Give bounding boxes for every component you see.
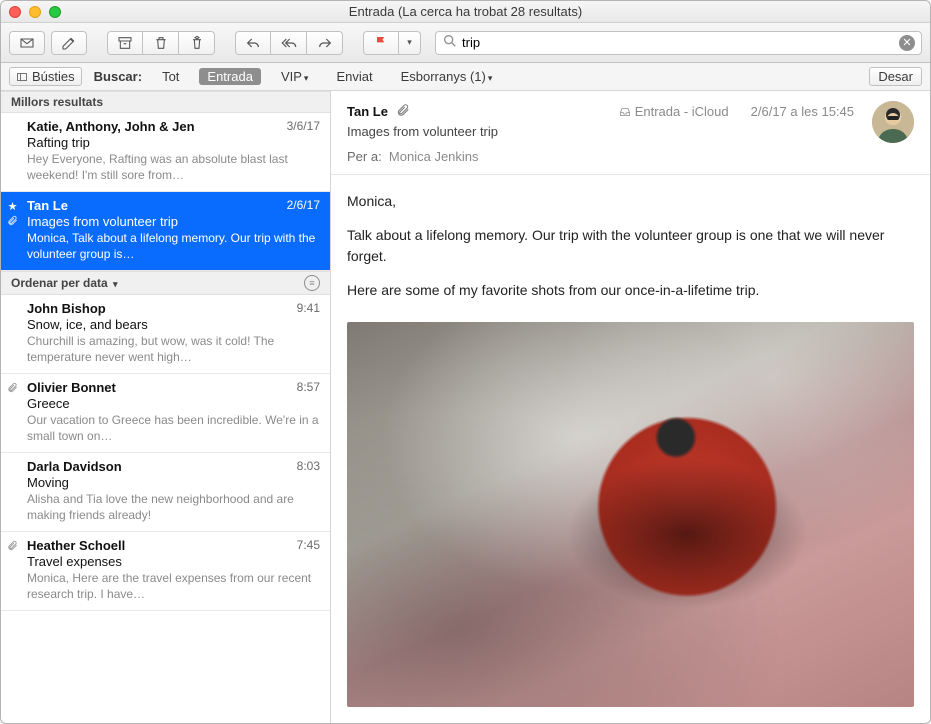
junk-button[interactable]: [179, 31, 215, 55]
toolbar: ▾ ✕: [1, 23, 930, 63]
star-icon: ★: [8, 200, 18, 213]
flag-icon: [373, 35, 389, 51]
attachment-icon: [7, 540, 18, 554]
window-minimize-button[interactable]: [29, 6, 41, 18]
search-scope-label: Buscar:: [94, 69, 142, 84]
scope-drafts[interactable]: Esborranys (1)▾: [393, 68, 501, 85]
chevron-down-icon: ▾: [407, 37, 412, 48]
chevron-down-icon: ▾: [304, 73, 309, 83]
sort-header[interactable]: Ordenar per data ▾ ≡: [1, 271, 330, 295]
scope-inbox[interactable]: Entrada: [199, 68, 261, 85]
window-close-button[interactable]: [9, 6, 21, 18]
message-subject: Images from volunteer trip: [347, 124, 914, 139]
inbox-icon: [619, 106, 631, 118]
reply-all-icon: [281, 35, 297, 51]
mailboxes-label: Bústies: [32, 69, 75, 84]
sender-avatar: [872, 101, 914, 143]
body-paragraph: Talk about a lifelong memory. Our trip w…: [347, 225, 914, 268]
reply-button[interactable]: [235, 31, 271, 55]
envelope-icon: [19, 35, 35, 51]
save-search-button[interactable]: Desar: [869, 67, 922, 86]
message-subject: Snow, ice, and bears: [27, 317, 320, 332]
message-from: John Bishop: [27, 301, 106, 316]
archive-button[interactable]: [107, 31, 143, 55]
sender-name: Tan Le: [347, 104, 388, 119]
get-mail-button[interactable]: [9, 31, 45, 55]
message-from: Olivier Bonnet: [27, 380, 116, 395]
message-preview: Alisha and Tia love the new neighborhood…: [27, 491, 320, 523]
message-row[interactable]: Katie, Anthony, John & Jen 3/6/17Rafting …: [1, 113, 330, 192]
sidebar-icon: [16, 71, 28, 83]
top-hits-header: Millors resultats: [1, 91, 330, 113]
attachment-icon: [7, 215, 18, 229]
flag-menu-button[interactable]: ▾: [399, 31, 421, 55]
message-row[interactable]: ★ Tan Le 2/6/17Images from volunteer tripM…: [1, 192, 330, 271]
mail-window: Entrada (La cerca ha trobat 28 resultats…: [0, 0, 931, 724]
message-preview: Hey Everyone, Rafting was an absolute bl…: [27, 151, 320, 183]
message-date: 9:41: [297, 301, 320, 316]
message-from: Tan Le: [27, 198, 68, 213]
mailbox-indicator[interactable]: Entrada - iCloud: [619, 104, 729, 119]
message-body: Monica, Talk about a lifelong memory. Ou…: [331, 175, 930, 723]
message-preview: Churchill is amazing, but wow, was it co…: [27, 333, 320, 365]
message-date: 8:57: [297, 380, 320, 395]
scope-vip[interactable]: VIP▾: [273, 68, 317, 85]
message-preview: Monica, Talk about a lifelong memory. Ou…: [27, 230, 320, 262]
message-date: 7:45: [297, 538, 320, 553]
attachment-icon: [7, 382, 18, 396]
favorites-bar: Bústies Buscar: Tot Entrada VIP▾ Enviat …: [1, 63, 930, 91]
search-icon: [442, 33, 458, 52]
message-list: Millors resultats Katie, Anthony, John &…: [1, 91, 331, 723]
chevron-down-icon: ▾: [113, 279, 118, 289]
message-subject: Travel expenses: [27, 554, 320, 569]
message-preview: Our vacation to Greece has been incredib…: [27, 412, 320, 444]
scope-all[interactable]: Tot: [154, 68, 187, 85]
titlebar: Entrada (La cerca ha trobat 28 resultats…: [1, 1, 930, 23]
message-row[interactable]: Olivier Bonnet 8:57GreeceOur vacation to …: [1, 374, 330, 453]
message-date: 2/6/17: [287, 198, 320, 213]
forward-button[interactable]: [307, 31, 343, 55]
window-title: Entrada (La cerca ha trobat 28 resultats…: [1, 4, 930, 19]
search-field[interactable]: ✕: [435, 31, 922, 55]
message-from: Heather Schoell: [27, 538, 125, 553]
attachment-image[interactable]: [347, 322, 914, 707]
message-date: 8:03: [297, 459, 320, 474]
message-from: Katie, Anthony, John & Jen: [27, 119, 195, 134]
message-preview: Monica, Here are the travel expenses fro…: [27, 570, 320, 602]
search-input[interactable]: [462, 35, 899, 50]
message-subject: Moving: [27, 475, 320, 490]
mailboxes-button[interactable]: Bústies: [9, 67, 82, 86]
message-row[interactable]: Heather Schoell 7:45Travel expensesMonica…: [1, 532, 330, 611]
body-greeting: Monica,: [347, 191, 914, 213]
compose-icon: [61, 35, 77, 51]
message-subject: Greece: [27, 396, 320, 411]
forward-icon: [317, 35, 333, 51]
filter-icon[interactable]: ≡: [304, 275, 320, 291]
compose-button[interactable]: [51, 31, 87, 55]
attachment-icon: [396, 103, 410, 120]
window-zoom-button[interactable]: [49, 6, 61, 18]
chevron-down-icon: ▾: [488, 73, 493, 83]
message-row[interactable]: Darla Davidson 8:03MovingAlisha and Tia l…: [1, 453, 330, 532]
message-date: 3/6/17: [287, 119, 320, 134]
junk-icon: [189, 35, 205, 51]
message-row[interactable]: John Bishop 9:41Snow, ice, and bearsChurc…: [1, 295, 330, 374]
reply-all-button[interactable]: [271, 31, 307, 55]
message-subject: Rafting trip: [27, 135, 320, 150]
message-viewer: Tan Le Entrada - iCloud 2/6/17 a les 15:…: [331, 91, 930, 723]
clear-search-button[interactable]: ✕: [899, 35, 915, 51]
scope-sent[interactable]: Enviat: [328, 68, 380, 85]
message-recipients: Per a: Monica Jenkins: [347, 149, 914, 164]
message-timestamp: 2/6/17 a les 15:45: [751, 104, 854, 119]
recipient-name: Monica Jenkins: [389, 149, 479, 164]
flag-button[interactable]: [363, 31, 399, 55]
reply-icon: [245, 35, 261, 51]
delete-button[interactable]: [143, 31, 179, 55]
message-header: Tan Le Entrada - iCloud 2/6/17 a les 15:…: [331, 91, 930, 175]
message-from: Darla Davidson: [27, 459, 122, 474]
trash-icon: [153, 35, 169, 51]
archive-icon: [117, 35, 133, 51]
body-paragraph: Here are some of my favorite shots from …: [347, 280, 914, 302]
message-subject: Images from volunteer trip: [27, 214, 320, 229]
